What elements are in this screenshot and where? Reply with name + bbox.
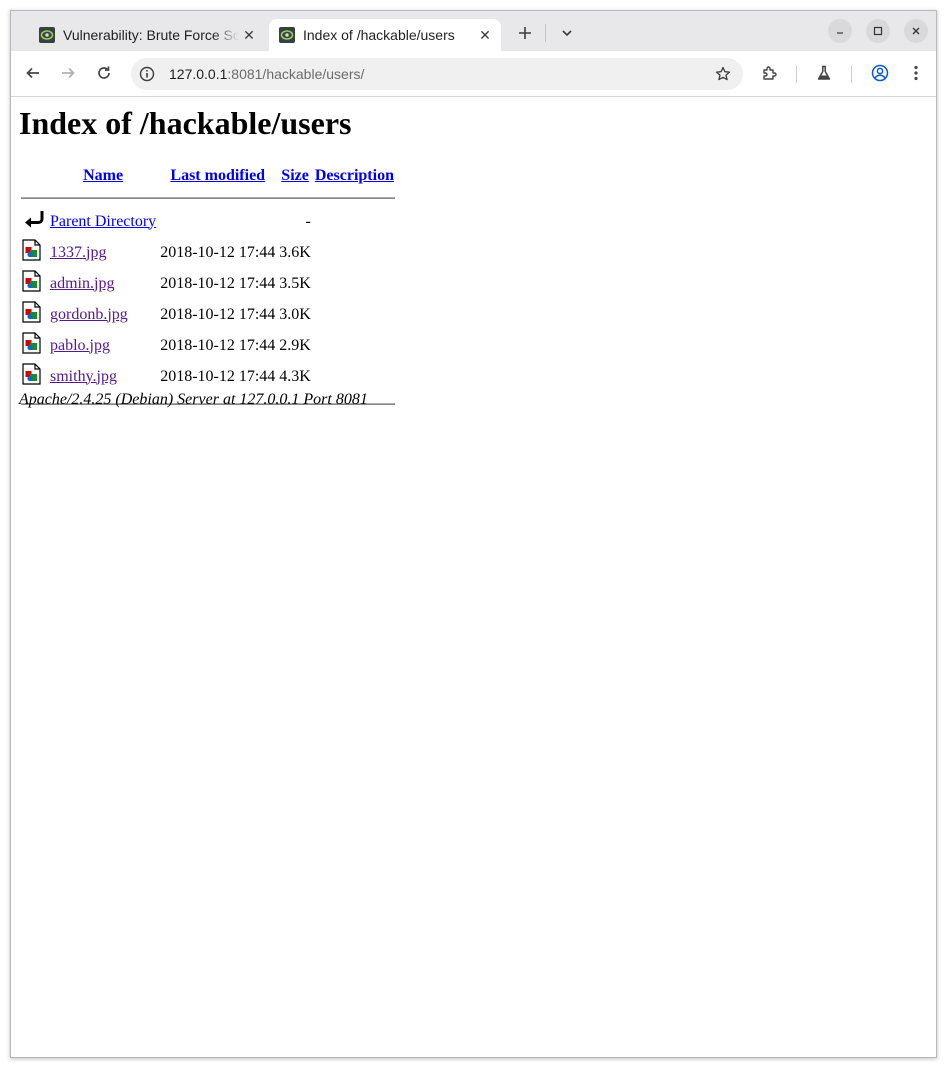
table-row: pablo.jpg 2018-10-12 17:44 2.9K — [21, 331, 395, 360]
modified-cell — [159, 207, 276, 236]
bookmark-star-icon[interactable] — [715, 66, 731, 82]
icon-cell — [21, 269, 47, 298]
icon-cell — [21, 362, 47, 391]
page-title: Index of /hackable/users — [19, 105, 352, 141]
file-link[interactable]: gordonb.jpg — [50, 306, 128, 323]
table-row: Parent Directory - — [21, 207, 395, 236]
name-cell: gordonb.jpg — [49, 300, 157, 329]
name-cell: admin.jpg — [49, 269, 157, 298]
image-file-icon — [22, 363, 41, 385]
size-cell: 2.9K — [279, 336, 311, 354]
name-cell: pablo.jpg — [49, 331, 157, 360]
icon-column-header — [21, 165, 47, 187]
address-bar[interactable]: 127.0.0.1:8081/hackable/users/ — [131, 58, 743, 90]
icon-cell — [21, 238, 47, 267]
description-cell — [314, 238, 395, 267]
sort-by-description-link[interactable]: Description — [315, 167, 394, 184]
name-cell: smithy.jpg — [49, 362, 157, 391]
kebab-menu-icon[interactable] — [904, 61, 928, 85]
back-arrow-icon[interactable] — [21, 61, 45, 85]
size-cell: 3.0K — [279, 305, 311, 323]
url-host: 127.0.0.1 — [169, 66, 228, 82]
icon-cell — [21, 207, 47, 236]
divider — [21, 197, 395, 199]
modified-cell: 2018-10-12 17:44 — [160, 336, 276, 354]
sort-by-name-link[interactable]: Name — [83, 167, 123, 184]
size-cell: 3.6K — [279, 243, 311, 261]
table-row: gordonb.jpg 2018-10-12 17:44 3.0K — [21, 300, 395, 329]
name-cell: Parent Directory — [49, 207, 157, 236]
modified-cell: 2018-10-12 17:44 — [160, 305, 276, 323]
file-link[interactable]: smithy.jpg — [50, 368, 117, 385]
image-file-icon — [22, 270, 41, 292]
tab-close-icon[interactable]: ✕ — [239, 25, 259, 45]
url-text[interactable]: 127.0.0.1:8081/hackable/users/ — [169, 66, 364, 82]
image-file-icon — [22, 332, 41, 354]
profile-icon[interactable] — [868, 61, 892, 85]
back-arrow-icon — [25, 211, 44, 228]
labs-flask-icon[interactable] — [812, 61, 836, 85]
name-cell: 1337.jpg — [49, 238, 157, 267]
modified-cell: 2018-10-12 17:44 — [160, 367, 276, 385]
forward-arrow-icon[interactable] — [56, 61, 80, 85]
maximize-icon[interactable] — [866, 19, 890, 43]
tab-title: Index of /hackable/users — [303, 27, 455, 43]
sort-by-size-link[interactable]: Size — [281, 167, 309, 184]
tab-strip: Vulnerability: Brute Force Source ✕ Inde… — [11, 11, 936, 51]
name-column-header: Name — [49, 165, 157, 187]
header-rule-row — [21, 189, 395, 205]
close-icon[interactable] — [904, 19, 928, 43]
directory-listing: Name Last modified Size Description Pare… — [19, 163, 397, 407]
extensions-icon[interactable] — [758, 61, 782, 85]
description-cell — [314, 207, 395, 236]
size-column-header: Size — [278, 165, 312, 187]
image-file-icon — [22, 239, 41, 261]
description-cell — [314, 362, 395, 391]
dvwa-favicon-icon — [279, 27, 295, 43]
browser-toolbar: 127.0.0.1:8081/hackable/users/ — [11, 51, 936, 97]
description-cell — [314, 300, 395, 329]
description-cell — [314, 331, 395, 360]
file-link[interactable]: pablo.jpg — [50, 337, 110, 354]
size-cell: 3.5K — [279, 274, 311, 292]
url-path: :8081/hackable/users/ — [227, 66, 365, 82]
chevron-down-icon[interactable] — [555, 21, 579, 45]
icon-cell — [21, 300, 47, 329]
tab-title: Vulnerability: Brute Force Source — [63, 27, 239, 43]
browser-window: Vulnerability: Brute Force Source ✕ Inde… — [10, 10, 937, 1058]
reload-icon[interactable] — [92, 61, 116, 85]
tab-index-users[interactable]: Index of /hackable/users ✕ — [269, 19, 501, 51]
icon-cell — [21, 331, 47, 360]
minimize-icon[interactable] — [828, 19, 852, 43]
description-column-header: Description — [314, 165, 395, 187]
image-file-icon — [22, 301, 41, 323]
tab-close-icon[interactable]: ✕ — [475, 25, 495, 45]
table-row: smithy.jpg 2018-10-12 17:44 4.3K — [21, 362, 395, 391]
description-cell — [314, 269, 395, 298]
sort-by-modified-link[interactable]: Last modified — [170, 167, 265, 184]
page-content: Index of /hackable/users Name Last modif… — [11, 97, 936, 1057]
tab-divider — [545, 24, 546, 42]
modified-column-header: Last modified — [159, 165, 276, 187]
toolbar-divider — [851, 65, 852, 83]
tab-brute-force[interactable]: Vulnerability: Brute Force Source ✕ — [29, 19, 265, 51]
server-signature: Apache/2.4.25 (Debian) Server at 127.0.0… — [19, 391, 368, 408]
table-row: 1337.jpg 2018-10-12 17:44 3.6K — [21, 238, 395, 267]
file-link[interactable]: admin.jpg — [50, 275, 114, 292]
site-info-icon[interactable] — [139, 66, 155, 82]
table-row: admin.jpg 2018-10-12 17:44 3.5K — [21, 269, 395, 298]
listing-header-row: Name Last modified Size Description — [21, 165, 395, 187]
toolbar-divider — [796, 65, 797, 83]
dvwa-favicon-icon — [39, 27, 55, 43]
plus-icon[interactable] — [513, 21, 537, 45]
modified-cell: 2018-10-12 17:44 — [160, 243, 276, 261]
parent-directory-link[interactable]: Parent Directory — [50, 213, 156, 230]
size-cell: - — [305, 212, 311, 230]
file-link[interactable]: 1337.jpg — [50, 244, 106, 261]
modified-cell: 2018-10-12 17:44 — [160, 274, 276, 292]
size-cell: 4.3K — [279, 367, 311, 385]
